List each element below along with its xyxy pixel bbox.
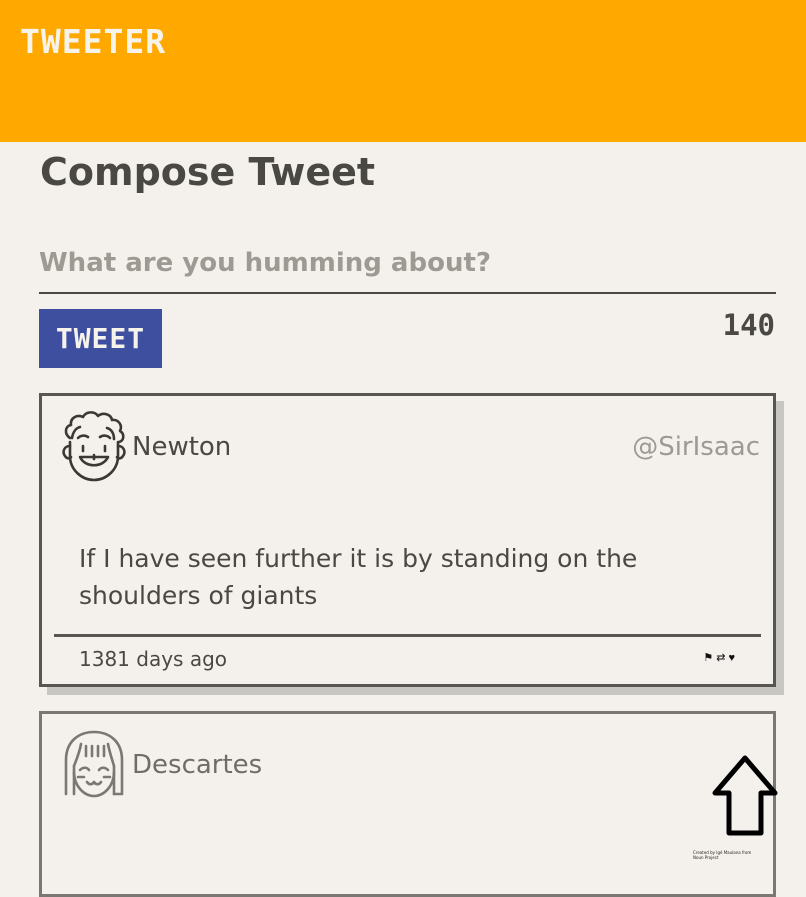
tweet-author-name: Newton <box>132 432 232 462</box>
flag-icon[interactable]: ⚑ <box>703 652 713 664</box>
heart-icon[interactable]: ♥ <box>728 652 735 664</box>
tweet-author-name: Descartes <box>132 750 263 780</box>
scroll-to-top-button[interactable] <box>711 753 781 843</box>
tweet-card: Newton @SirIsaac If I have seen further … <box>39 393 776 687</box>
arrow-up-icon <box>712 755 778 836</box>
brand-logo[interactable]: TWEETER <box>20 22 166 61</box>
compose-title: Compose Tweet <box>40 150 376 194</box>
tweet-text-input[interactable] <box>39 234 776 294</box>
retweet-icon[interactable]: ⇄ <box>716 652 725 664</box>
tweet-footer-divider <box>54 634 761 637</box>
tweet-timestamp: 1381 days ago <box>79 647 228 671</box>
tweet-text: If I have seen further it is by standing… <box>79 544 638 610</box>
tweet-submit-button[interactable]: TWEET <box>39 309 162 368</box>
character-counter: 140 <box>722 308 775 342</box>
curly-hair-face-icon <box>62 411 126 482</box>
top-nav-bar: TWEETER <box>0 0 806 142</box>
tweet-actions: ⚑ ⇄ ♥ <box>703 652 735 664</box>
tweet-card: Descartes <box>39 711 776 897</box>
bob-hair-face-icon <box>64 730 124 798</box>
icon-credit-text: Created by Igé Maulana from Noun Project <box>693 850 752 860</box>
tweet-author-handle: @SirIsaac <box>632 432 760 462</box>
